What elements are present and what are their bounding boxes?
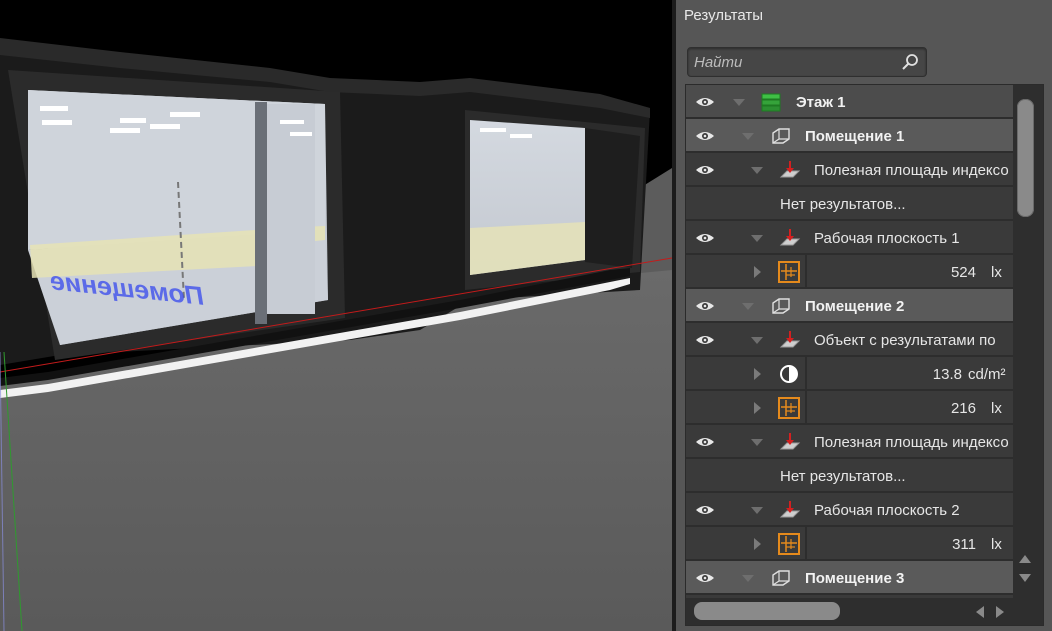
cell-separator — [805, 391, 807, 423]
expand-arrow-icon[interactable] — [754, 266, 761, 278]
collapse-arrow-icon[interactable] — [742, 133, 754, 140]
luminance-value: 13.8 — [932, 366, 962, 383]
cell-separator — [805, 255, 807, 287]
useful-area-1-label: Полезная площадь индексо — [814, 162, 1009, 179]
search-icon[interactable] — [900, 52, 920, 72]
eye-icon[interactable] — [695, 95, 715, 109]
eye-icon[interactable] — [695, 571, 715, 585]
tree-row-work-plane-2[interactable]: Рабочая плоскость 2 — [686, 493, 1013, 527]
work-plane-1-unit: lx — [991, 264, 1002, 281]
calculation-surface-icon — [779, 161, 801, 178]
grid-result-icon — [778, 261, 800, 283]
tree-row-room-3[interactable]: Помещение 3 — [686, 561, 1013, 595]
tree-row-floor-1[interactable]: Этаж 1 — [686, 85, 1013, 119]
no-results-2-label: Нет результатов... — [780, 468, 906, 485]
scroll-left-arrow-icon[interactable] — [976, 606, 984, 618]
eye-icon[interactable] — [695, 231, 715, 245]
horizontal-scrollbar[interactable] — [686, 598, 1013, 625]
eye-icon[interactable] — [695, 503, 715, 517]
expand-arrow-icon[interactable] — [754, 402, 761, 414]
room-3-label: Помещение 3 — [805, 570, 905, 587]
eye-icon[interactable] — [695, 163, 715, 177]
tree-row-work-plane-1-result[interactable]: 524 lx — [686, 255, 1013, 289]
floor-icon — [761, 93, 781, 112]
floor-1-label: Этаж 1 — [796, 94, 846, 111]
work-plane-1-value: 524 — [950, 264, 976, 281]
grid-result-icon — [778, 397, 800, 419]
illuminance-unit: lx — [991, 400, 1002, 417]
scroll-right-arrow-icon[interactable] — [996, 606, 1004, 618]
horizontal-scroll-thumb[interactable] — [694, 602, 840, 620]
work-plane-2-unit: lx — [991, 536, 1002, 553]
collapse-arrow-icon[interactable] — [751, 167, 763, 174]
collapse-arrow-icon[interactable] — [742, 303, 754, 310]
vertical-scroll-thumb[interactable] — [1017, 99, 1034, 217]
tree-row-no-results-1: Нет результатов... — [686, 187, 1013, 221]
work-plane-2-label: Рабочая плоскость 2 — [814, 502, 960, 519]
tree-row-work-plane-2-result[interactable]: 311 lx — [686, 527, 1013, 561]
scene-render: Помещение — [0, 0, 672, 631]
3d-viewport[interactable]: Помещение — [0, 0, 672, 631]
expand-arrow-icon[interactable] — [754, 538, 761, 550]
luminance-unit: cd/m² — [968, 366, 1006, 383]
room-2-label: Помещение 2 — [805, 298, 905, 315]
cell-separator — [805, 357, 807, 389]
illuminance-value: 216 — [950, 400, 976, 417]
search-input[interactable] — [694, 52, 894, 72]
luminance-icon — [780, 365, 798, 383]
tree-row-result-object-2-illuminance[interactable]: 216 lx — [686, 391, 1013, 425]
collapse-arrow-icon[interactable] — [751, 235, 763, 242]
scroll-down-arrow-icon[interactable] — [1019, 574, 1031, 582]
work-plane-2-value: 311 — [952, 536, 976, 553]
panel-title: Результаты — [684, 7, 763, 24]
tree-row-room-1[interactable]: Помещение 1 — [686, 119, 1013, 153]
results-tree-frame: Этаж 1 Помещение 1 Полезная площадь инде… — [685, 84, 1044, 626]
calculation-surface-icon — [779, 229, 801, 246]
work-plane-1-label: Рабочая плоскость 1 — [814, 230, 960, 247]
tree-row-room-2[interactable]: Помещение 2 — [686, 289, 1013, 323]
useful-area-2-label: Полезная площадь индексо — [814, 434, 1009, 451]
calculation-surface-icon — [779, 501, 801, 518]
collapse-arrow-icon[interactable] — [751, 439, 763, 446]
collapse-arrow-icon[interactable] — [742, 575, 754, 582]
no-results-1-label: Нет результатов... — [780, 196, 906, 213]
calculation-surface-icon — [779, 331, 801, 348]
result-object-2-label: Объект с результатами по — [814, 332, 996, 349]
vertical-scrollbar[interactable] — [1013, 85, 1043, 598]
eye-icon[interactable] — [695, 299, 715, 313]
eye-icon[interactable] — [695, 129, 715, 143]
collapse-arrow-icon[interactable] — [751, 507, 763, 514]
scrollbar-corner — [1013, 598, 1043, 625]
calculation-surface-icon — [779, 433, 801, 450]
eye-icon[interactable] — [695, 435, 715, 449]
search-box[interactable] — [687, 47, 927, 77]
tree-row-work-plane-1[interactable]: Рабочая плоскость 1 — [686, 221, 1013, 255]
room-icon — [772, 128, 790, 144]
grid-result-icon — [778, 533, 800, 555]
tree-row-result-object-2-luminance[interactable]: 13.8 cd/m² — [686, 357, 1013, 391]
collapse-arrow-icon[interactable] — [751, 337, 763, 344]
results-panel: Результаты Этаж 1 — [676, 0, 1052, 631]
tree-row-useful-area-2[interactable]: Полезная площадь индексо — [686, 425, 1013, 459]
room-1-label: Помещение 1 — [805, 128, 905, 145]
expand-arrow-icon[interactable] — [754, 368, 761, 380]
room-icon — [772, 570, 790, 586]
scroll-up-arrow-icon[interactable] — [1019, 555, 1031, 563]
tree-row-result-object-2[interactable]: Объект с результатами по — [686, 323, 1013, 357]
collapse-arrow-icon[interactable] — [733, 99, 745, 106]
cell-separator — [805, 527, 807, 559]
results-tree[interactable]: Этаж 1 Помещение 1 Полезная площадь инде… — [686, 85, 1013, 598]
room-icon — [772, 298, 790, 314]
eye-icon[interactable] — [695, 333, 715, 347]
tree-row-useful-area-1[interactable]: Полезная площадь индексо — [686, 153, 1013, 187]
tree-row-no-results-2: Нет результатов... — [686, 459, 1013, 493]
